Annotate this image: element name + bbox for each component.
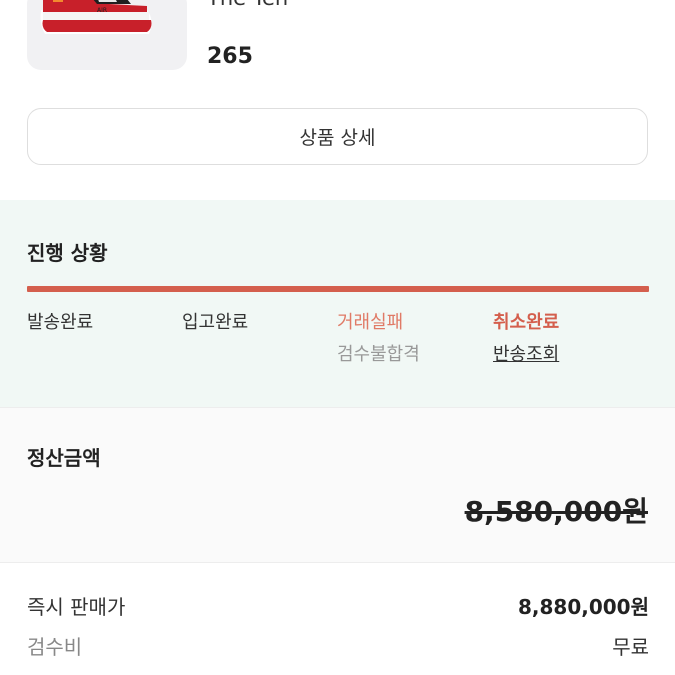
price-label: 검수비: [27, 635, 83, 659]
step-sublabel: 검수불합격: [337, 344, 420, 365]
price-row-inspection-fee: 검수비 무료: [27, 631, 649, 660]
product-detail-button[interactable]: 상품 상세: [27, 108, 648, 165]
progress-bar: [27, 286, 649, 292]
product-header: AIR The Ten 265 상품 상세: [0, 0, 675, 200]
product-detail-label: 상품 상세: [299, 127, 376, 149]
step-label: 거래실패: [337, 312, 404, 333]
progress-title: 진행 상황: [27, 241, 108, 265]
step-shipped: 발송완료: [27, 308, 93, 334]
product-size: 265: [207, 44, 253, 69]
return-tracking-link[interactable]: 반송조회: [493, 340, 559, 366]
step-label: 발송완료: [27, 312, 94, 333]
product-name: The Ten: [207, 0, 288, 10]
settlement-section: 정산금액 8,580,000원: [0, 407, 675, 562]
sneaker-image: AIR: [40, 0, 152, 34]
product-thumbnail[interactable]: AIR: [27, 0, 187, 70]
price-row-instant-sale: 즉시 판매가 8,880,000원: [27, 591, 649, 620]
step-label: 취소완료: [493, 312, 560, 333]
price-details: 즉시 판매가 8,880,000원 검수비 무료: [0, 562, 675, 675]
settlement-amount: 8,580,000원: [464, 495, 648, 528]
step-received: 입고완료: [182, 308, 248, 334]
price-value: 무료: [612, 635, 649, 659]
step-label: 입고완료: [182, 312, 249, 333]
sneaker-text: AIR: [97, 7, 107, 14]
progress-section: 진행 상황 발송완료 입고완료 거래실패 검수불합격 취소완료 반송조회: [0, 200, 675, 407]
settlement-title: 정산금액: [27, 446, 101, 470]
step-trade-failed: 거래실패 검수불합격: [337, 308, 420, 366]
step-cancelled: 취소완료 반송조회: [493, 308, 559, 366]
price-value: 8,880,000원: [517, 595, 649, 619]
price-label: 즉시 판매가: [27, 595, 126, 619]
